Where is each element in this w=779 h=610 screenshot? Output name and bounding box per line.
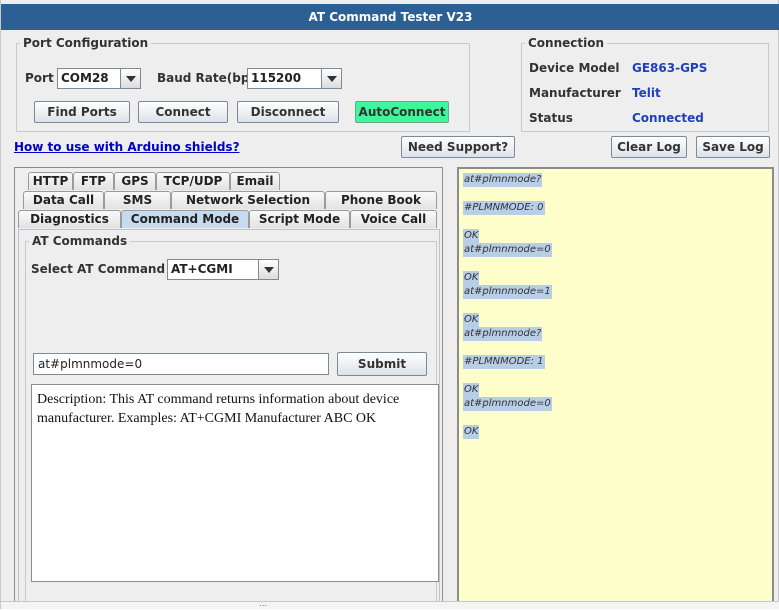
log-line: at#plmnmode=0 [463,243,552,257]
tab-gps[interactable]: GPS [114,172,156,190]
at-command-select-value: AT+CGMI [171,262,233,276]
log-line: #PLMNMODE: 0 [463,201,545,215]
device-model-label: Device Model [529,61,620,75]
log-line: #PLMNMODE: 1 [463,355,545,369]
port-select-value: COM28 [61,71,109,85]
log-output[interactable]: at#plmnmode? #PLMNMODE: 0 OK at#plmnmode… [457,167,774,609]
log-line: at#plmnmode? [463,327,543,341]
connection-legend: Connection [528,36,605,50]
log-line: at#plmnmode? [463,173,543,187]
find-ports-button[interactable]: Find Ports [34,101,130,123]
window-title: AT Command Tester V23 [1,4,779,30]
chevron-down-icon[interactable] [120,69,140,88]
connect-button[interactable]: Connect [138,101,228,123]
tab-network-selection[interactable]: Network Selection [171,191,325,209]
log-line: OK [463,425,480,439]
tab-voice-call[interactable]: Voice Call [350,210,437,228]
tab-email[interactable]: Email [230,172,280,190]
log-line: OK [463,383,480,397]
status-label: Status [529,111,573,125]
tab-phone-book[interactable]: Phone Book [325,191,437,209]
port-label: Port [25,71,54,85]
log-line: at#plmnmode=1 [463,285,552,299]
at-commands-legend: AT Commands [32,234,128,248]
baud-rate-select[interactable]: 115200 [247,68,342,89]
tab-ftp[interactable]: FTP [73,172,114,190]
tab-diagnostics[interactable]: Diagnostics [18,210,121,228]
app-window: AT Command Tester V23 Port Configuration… [0,0,779,610]
window-bottom-bar: ⋯ [1,601,779,610]
log-line: OK [463,271,480,285]
port-select[interactable]: COM28 [57,68,141,89]
log-line: OK [463,313,480,327]
manufacturer-label: Manufacturer [529,86,621,100]
tab-data-call[interactable]: Data Call [23,191,104,209]
status-value: Connected [632,111,704,125]
select-at-command-label: Select AT Command [31,262,166,276]
device-model-value: GE863-GPS [632,61,708,75]
clear-log-button[interactable]: Clear Log [611,136,687,158]
tab-sms[interactable]: SMS [104,191,171,209]
disconnect-button[interactable]: Disconnect [237,101,339,123]
tab-command-mode[interactable]: Command Mode [121,210,249,228]
tab-script-mode[interactable]: Script Mode [249,210,350,228]
tabbed-panel: HTTP FTP GPS TCP/UDP Email Data Call SMS… [14,167,443,609]
arduino-shields-link[interactable]: How to use with Arduino shields? [14,140,240,154]
baud-rate-select-value: 115200 [251,71,302,85]
log-line: OK [463,229,480,243]
submit-button[interactable]: Submit [337,352,427,376]
autoconnect-button[interactable]: AutoConnect [355,101,449,123]
at-command-input[interactable]: at#plmnmode=0 [33,353,329,375]
need-support-button[interactable]: Need Support? [401,136,515,158]
tab-http[interactable]: HTTP [28,172,73,190]
at-command-select[interactable]: AT+CGMI [167,259,279,280]
tab-tcp-udp[interactable]: TCP/UDP [156,172,230,190]
manufacturer-value: Telit [632,86,661,100]
chevron-down-icon[interactable] [321,69,341,88]
port-configuration-legend: Port Configuration [23,36,149,50]
save-log-button[interactable]: Save Log [696,136,770,158]
log-line: at#plmnmode=0 [463,397,552,411]
command-description: Description: This AT command returns inf… [31,384,439,582]
chevron-down-icon[interactable] [258,260,278,279]
command-mode-content: AT Commands Select AT Command AT+CGMI at… [18,229,440,607]
